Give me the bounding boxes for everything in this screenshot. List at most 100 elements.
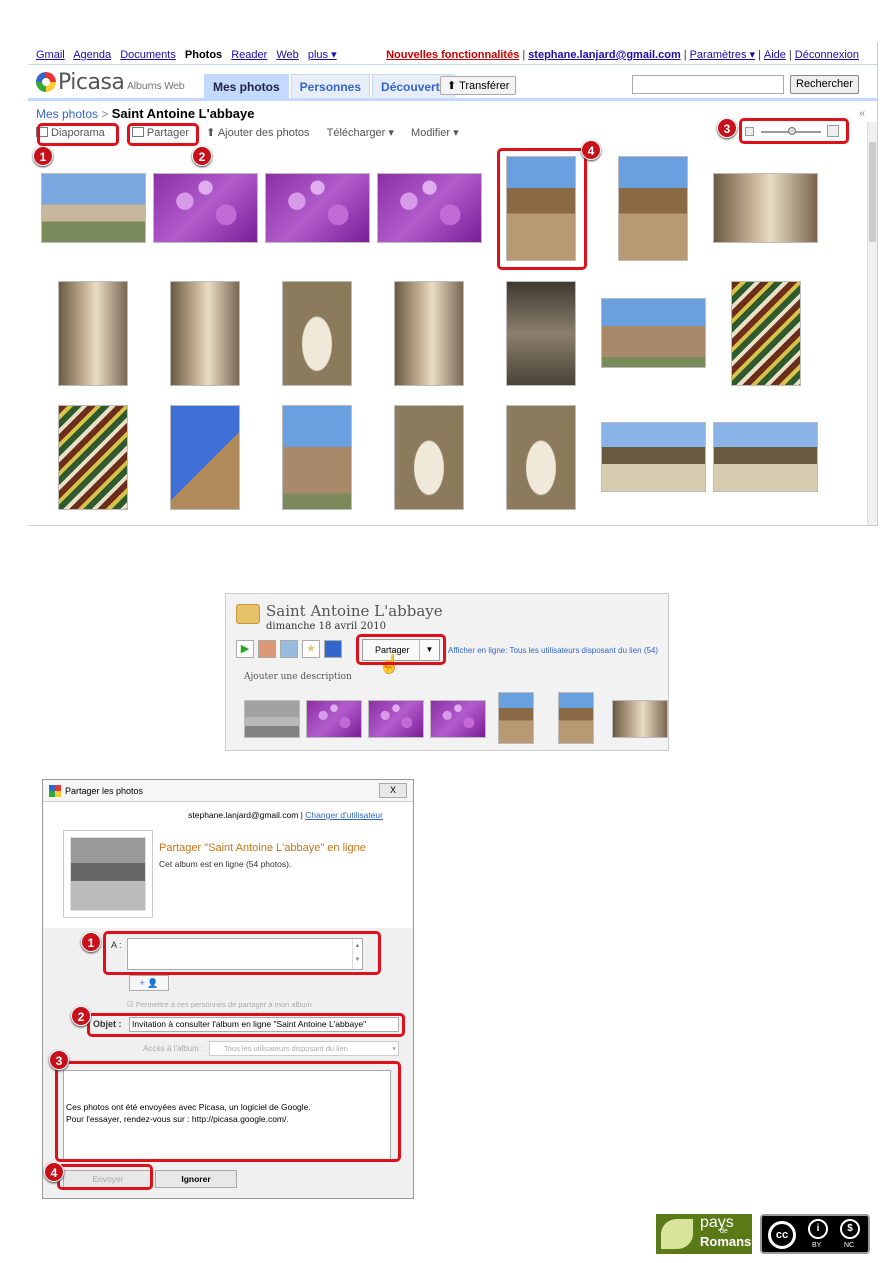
photo-thumbnail[interactable]: [713, 422, 818, 492]
help-link[interactable]: Aide: [764, 49, 786, 61]
desktop-photo-thumbnail[interactable]: [612, 700, 668, 738]
callout-badge-3: 3: [717, 118, 737, 138]
upload-button[interactable]: ⬆ Transférer: [440, 76, 517, 95]
picasa-logo[interactable]: Picasa Albums Web: [36, 70, 185, 95]
picasa-pinwheel-icon: [36, 72, 56, 92]
desktop-photo-thumbnail[interactable]: [244, 700, 300, 738]
callout-message: [55, 1061, 401, 1162]
photo-thumbnail[interactable]: [394, 405, 464, 510]
album-cover-image: [70, 837, 146, 911]
photo-thumbnail[interactable]: [282, 281, 352, 386]
desktop-photo-thumbnail[interactable]: [498, 692, 534, 744]
photo-thumbnail[interactable]: [713, 173, 818, 243]
photo-thumbnail[interactable]: [377, 173, 482, 243]
photo-thumbnail[interactable]: [265, 173, 370, 243]
google-bar: Gmail Agenda Documents Photos Reader Web…: [36, 48, 343, 61]
callout-share: [127, 123, 199, 146]
close-button[interactable]: X: [379, 783, 407, 798]
picasa-app-icon: [49, 785, 61, 797]
callout-send: [57, 1164, 153, 1190]
new-features-link[interactable]: Nouvelles fonctionnalités: [386, 49, 519, 61]
ignore-button[interactable]: Ignorer: [155, 1170, 237, 1188]
dialog-header: stephane.lanjard@gmail.com | Changer d'u…: [43, 802, 413, 928]
desktop-photo-thumbnail[interactable]: [558, 692, 594, 744]
dialog-titlebar: Partager les photos X: [43, 780, 413, 802]
desktop-toolbar: ▶ ★: [236, 640, 346, 658]
photo-thumbnail[interactable]: [282, 405, 352, 510]
photo-thumbnail[interactable]: [601, 422, 706, 492]
picasa-web-panel: Gmail Agenda Documents Photos Reader Web…: [28, 42, 878, 526]
gbar-reader[interactable]: Reader: [231, 49, 267, 61]
footer-logos: pays de Romans cc i $ BY NC: [656, 1212, 870, 1256]
download-menu[interactable]: Télécharger ▾: [327, 126, 394, 139]
callout-to-field: [103, 931, 381, 975]
movie-icon[interactable]: [280, 640, 298, 658]
play-icon[interactable]: ▶: [236, 640, 254, 658]
search-input[interactable]: [632, 75, 784, 94]
breadcrumb-my-photos[interactable]: Mes photos: [36, 107, 98, 121]
desktop-photo-thumbnail[interactable]: [368, 700, 424, 738]
attribution-icon: i: [808, 1219, 828, 1239]
callout-badge-2: 2: [71, 1006, 91, 1026]
gbar-photos[interactable]: Photos: [185, 49, 222, 61]
scrollbar-thumb[interactable]: [869, 142, 876, 242]
photo-thumbnail[interactable]: [41, 173, 146, 243]
search-button[interactable]: Rechercher: [790, 75, 859, 94]
noncommercial-icon: $: [840, 1219, 860, 1239]
gbar-agenda[interactable]: Agenda: [73, 49, 111, 61]
google-bar-right: Nouvelles fonctionnalités | stephane.lanja…: [386, 49, 859, 61]
breadcrumb: Mes photos > Saint Antoine L'abbaye: [36, 106, 255, 121]
callout-badge-1: 1: [81, 932, 101, 952]
photo-thumbnail[interactable]: [394, 281, 464, 386]
save-icon[interactable]: [324, 640, 342, 658]
gbar-gmail[interactable]: Gmail: [36, 49, 65, 61]
add-description-link[interactable]: Ajouter une description: [244, 672, 352, 682]
access-select[interactable]: Tous les utilisateurs disposant du lien ▾: [209, 1041, 399, 1056]
add-photos-button[interactable]: ⬆ Ajouter des photos: [206, 126, 309, 139]
photo-thumbnail[interactable]: [731, 281, 801, 386]
edit-menu[interactable]: Modifier ▾: [411, 126, 459, 139]
tab-my-photos[interactable]: Mes photos: [204, 74, 289, 98]
collage-icon[interactable]: [258, 640, 276, 658]
vertical-scrollbar[interactable]: [867, 122, 877, 525]
collapse-icon[interactable]: «: [859, 108, 865, 119]
photo-thumbnail[interactable]: [506, 405, 576, 510]
settings-link[interactable]: Paramètres ▾: [690, 49, 755, 61]
star-icon[interactable]: ★: [302, 640, 320, 658]
photo-thumbnail[interactable]: [58, 405, 128, 510]
view-online-link[interactable]: Afficher en ligne: Tous les utilisateurs…: [448, 646, 658, 655]
photo-thumbnail[interactable]: [506, 281, 576, 386]
photo-thumbnail[interactable]: [618, 156, 688, 261]
permit-checkbox[interactable]: ☑ Permettre à ces personnes de partager …: [127, 1000, 312, 1009]
cc-icon: cc: [768, 1221, 796, 1249]
main-tabs: Mes photos Personnes Découverte: [204, 74, 457, 98]
photo-thumbnail[interactable]: [170, 405, 240, 510]
breadcrumb-separator: >: [101, 107, 109, 121]
tab-people[interactable]: Personnes: [290, 74, 371, 98]
header-divider: [28, 64, 877, 65]
tab-underline: [28, 98, 877, 101]
album-title: Saint Antoine L'abbaye: [111, 106, 255, 121]
upload-arrow-icon: ⬆: [206, 127, 218, 139]
chevron-down-icon: ▾: [392, 1044, 396, 1053]
photo-thumbnail[interactable]: [601, 298, 706, 368]
share-dialog: Partager les photos X stephane.lanjard@g…: [42, 779, 414, 1199]
gbar-more[interactable]: plus ▾: [308, 49, 337, 61]
share-subtitle: Cet album est en ligne (54 photos).: [159, 859, 292, 869]
callout-badge-2: 2: [192, 146, 212, 166]
add-contact-button[interactable]: + 👤: [129, 975, 169, 991]
photo-thumbnail[interactable]: [170, 281, 240, 386]
photo-thumbnail[interactable]: [153, 173, 258, 243]
photo-thumbnail[interactable]: [58, 281, 128, 386]
desktop-photo-thumbnail[interactable]: [430, 700, 486, 738]
gbar-web[interactable]: Web: [276, 49, 298, 61]
gbar-documents[interactable]: Documents: [120, 49, 176, 61]
change-user-link[interactable]: Changer d'utilisateur: [305, 810, 383, 820]
leaf-icon: [661, 1219, 693, 1249]
upload-icon: ⬆: [447, 80, 457, 92]
picasa-desktop-panel: Saint Antoine L'abbaye dimanche 18 avril…: [225, 593, 669, 751]
dialog-title: Partager les photos: [65, 786, 144, 796]
logout-link[interactable]: Déconnexion: [795, 49, 859, 61]
desktop-photo-thumbnail[interactable]: [306, 700, 362, 738]
account-email-link[interactable]: stephane.lanjard@gmail.com: [528, 49, 681, 61]
